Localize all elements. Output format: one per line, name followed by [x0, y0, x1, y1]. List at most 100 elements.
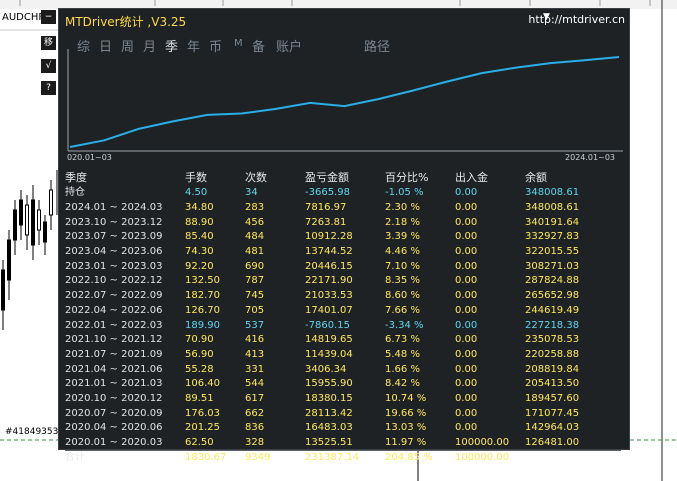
table-row[interactable]: 2020.04 ~ 2020.06 201.25 836 16483.03 13.03 …	[65, 421, 621, 436]
cell-flow: 0.00	[455, 260, 478, 272]
cell-flow: 0.00	[455, 334, 478, 346]
table-row[interactable]: 2021.01 ~ 2021.03 106.40 544 15955.90 8.42 %…	[65, 377, 621, 392]
cell-trades: 456	[245, 216, 265, 228]
cell-quarter: 2024.01 ~ 2024.03	[65, 202, 163, 214]
cell-quarter: 2020.01 ~ 2020.03	[65, 436, 163, 448]
cell-lots: 201.25	[185, 422, 220, 434]
cell-percent: 2.30 %	[385, 202, 420, 214]
balance-curve-chart	[67, 49, 623, 152]
header-deposit-withdrawal[interactable]: 出入金	[455, 169, 525, 186]
help-button[interactable]: ?	[41, 81, 56, 95]
table-row[interactable]: 2022.01 ~ 2022.03 189.90 537 -7860.15 -3.34 …	[65, 318, 621, 333]
cell-flow: 0.00	[455, 363, 478, 375]
cell-trades: 484	[245, 231, 265, 243]
cell-flow: 0.00	[455, 422, 478, 434]
cell-trades: 662	[245, 407, 265, 419]
total-row[interactable]: 合计 1830.67 9349 231387.14 204.85 % 100000.00	[65, 449, 621, 466]
header-pnl[interactable]: 盈亏金额	[305, 169, 385, 186]
cell-pnl: -7860.15	[305, 319, 350, 331]
cell-balance: 348008.61	[525, 187, 580, 199]
table-row[interactable]: 2021.07 ~ 2021.09 56.90 413 11439.04 5.48 % 0…	[65, 348, 621, 363]
cell-quarter: 合计	[65, 449, 185, 466]
cell-percent: 6.73 %	[385, 334, 420, 346]
cell-quarter: 2020.07 ~ 2020.09	[65, 407, 163, 419]
table-row[interactable]: 2020.10 ~ 2020.12 89.51 617 18380.15 10.74 %…	[65, 392, 621, 407]
minimize-button[interactable]: −	[41, 10, 56, 24]
cell-trades: 787	[245, 275, 265, 287]
header-balance[interactable]: 余额	[525, 169, 621, 186]
cell-lots: 85.40	[185, 231, 214, 243]
cell-pnl: 3406.34	[305, 363, 347, 375]
price-scale[interactable]	[630, 10, 677, 481]
cell-balance: 227218.38	[525, 319, 580, 331]
table-row[interactable]: 2023.01 ~ 2023.03 92.20 690 20446.15 7.10 % 0…	[65, 259, 621, 274]
header-percent[interactable]: 百分比%	[385, 169, 455, 186]
cell-percent: -1.05 %	[385, 187, 424, 199]
cell-pnl: 7263.81	[305, 216, 347, 228]
cell-percent: 8.60 %	[385, 290, 420, 302]
table-row[interactable]: 2022.07 ~ 2022.09 182.70 745 21033.53 8.60 %…	[65, 289, 621, 304]
curve-x-start-label: 020.01~03	[67, 153, 112, 162]
table-row[interactable]: 2021.10 ~ 2021.12 70.90 416 14819.65 6.73 % 0…	[65, 333, 621, 348]
cell-quarter: 2023.04 ~ 2023.06	[65, 246, 163, 258]
table-row[interactable]: 2023.04 ~ 2023.06 74.30 481 13744.52 4.46 % 0…	[65, 245, 621, 260]
table-row[interactable]: 2023.07 ~ 2023.09 85.40 484 10912.28 3.39 % 0…	[65, 230, 621, 245]
cell-lots: 89.51	[185, 392, 214, 404]
table-row[interactable]: 2020.01 ~ 2020.03 62.50 328 13525.51 11.97 %…	[65, 436, 621, 451]
cell-pnl: 7816.97	[305, 202, 347, 214]
cell-trades: 331	[245, 363, 265, 375]
cell-pnl: -3665.98	[305, 187, 350, 199]
order-id-label: #418493532	[5, 427, 65, 437]
cell-pnl: 28113.42	[305, 407, 353, 419]
table-row[interactable]: 2022.04 ~ 2022.06 126.70 705 17401.07 7.66 %…	[65, 304, 621, 319]
cell-balance: 340191.64	[525, 216, 580, 228]
cell-pnl: 21033.53	[305, 290, 353, 302]
panel-title: MTDriver统计 ,V3.25	[65, 15, 187, 29]
cell-balance: 348008.61	[525, 202, 580, 214]
cell-trades: 836	[245, 422, 265, 434]
cell-pnl: 20446.15	[305, 260, 353, 272]
move-button[interactable]: 移	[41, 36, 56, 50]
cell-balance: 208819.84	[525, 363, 580, 375]
cell-percent: 5.48 %	[385, 348, 420, 360]
cell-quarter: 2022.04 ~ 2022.06	[65, 304, 163, 316]
confirm-button[interactable]: √	[41, 59, 56, 73]
header-quarter[interactable]: 季度	[65, 169, 185, 186]
cell-pnl: 15955.90	[305, 378, 353, 390]
cell-flow: 0.00	[455, 275, 478, 287]
table-row[interactable]: 2022.10 ~ 2022.12 132.50 787 22171.90 8.35 %…	[65, 274, 621, 289]
cell-quarter: 2020.04 ~ 2020.06	[65, 422, 163, 434]
table-row[interactable]: 2021.04 ~ 2021.06 55.28 331 3406.34 1.66 % 0.…	[65, 362, 621, 377]
cell-quarter: 2022.10 ~ 2022.12	[65, 275, 163, 287]
table-row[interactable]: 2024.01 ~ 2024.03 34.80 283 7816.97 2.30 % 0.…	[65, 201, 621, 216]
cell-balance: 142964.03	[525, 422, 580, 434]
cell-quarter: 2021.01 ~ 2021.03	[65, 378, 163, 390]
table-row[interactable]: 2023.10 ~ 2023.12 88.90 456 7263.81 2.18 % 0.…	[65, 215, 621, 230]
cell-percent: 3.39 %	[385, 231, 420, 243]
header-lots[interactable]: 手数	[185, 169, 245, 186]
cell-pnl: 22171.90	[305, 275, 353, 287]
cell-flow: 100000.00	[455, 449, 525, 466]
cell-trades: 705	[245, 304, 265, 316]
cell-quarter: 2023.10 ~ 2023.12	[65, 216, 163, 228]
table-row[interactable]: 2020.07 ~ 2020.09 176.03 662 28113.42 19.66 …	[65, 406, 621, 421]
cell-trades: 328	[245, 436, 265, 448]
header-trades[interactable]: 次数	[245, 169, 305, 186]
website-link[interactable]: http://mtdriver.cn	[528, 13, 625, 26]
cell-flow: 0.00	[455, 304, 478, 316]
mtdriver-stats-panel: MTDriver统计 ,V3.25 ▼ http://mtdriver.cn 综…	[58, 8, 630, 466]
table-row[interactable]: 持仓 4.50 34 -3665.98 -1.05 % 0.00 348008.61	[65, 186, 621, 201]
cell-balance: 322015.55	[525, 246, 580, 258]
cell-balance: 189457.60	[525, 392, 580, 404]
cell-lots: 74.30	[185, 246, 214, 258]
cell-trades: 690	[245, 260, 265, 272]
cell-quarter: 2020.10 ~ 2020.12	[65, 392, 163, 404]
cell-pnl: 17401.07	[305, 304, 353, 316]
cell-balance: 265652.98	[525, 290, 580, 302]
cell-balance: 235078.53	[525, 334, 580, 346]
tab-magic[interactable]: M	[234, 38, 243, 49]
cell-trades: 481	[245, 246, 265, 258]
cell-lots: 1830.67	[185, 449, 245, 466]
cell-lots: 182.70	[185, 290, 220, 302]
cell-pnl: 13744.52	[305, 246, 353, 258]
